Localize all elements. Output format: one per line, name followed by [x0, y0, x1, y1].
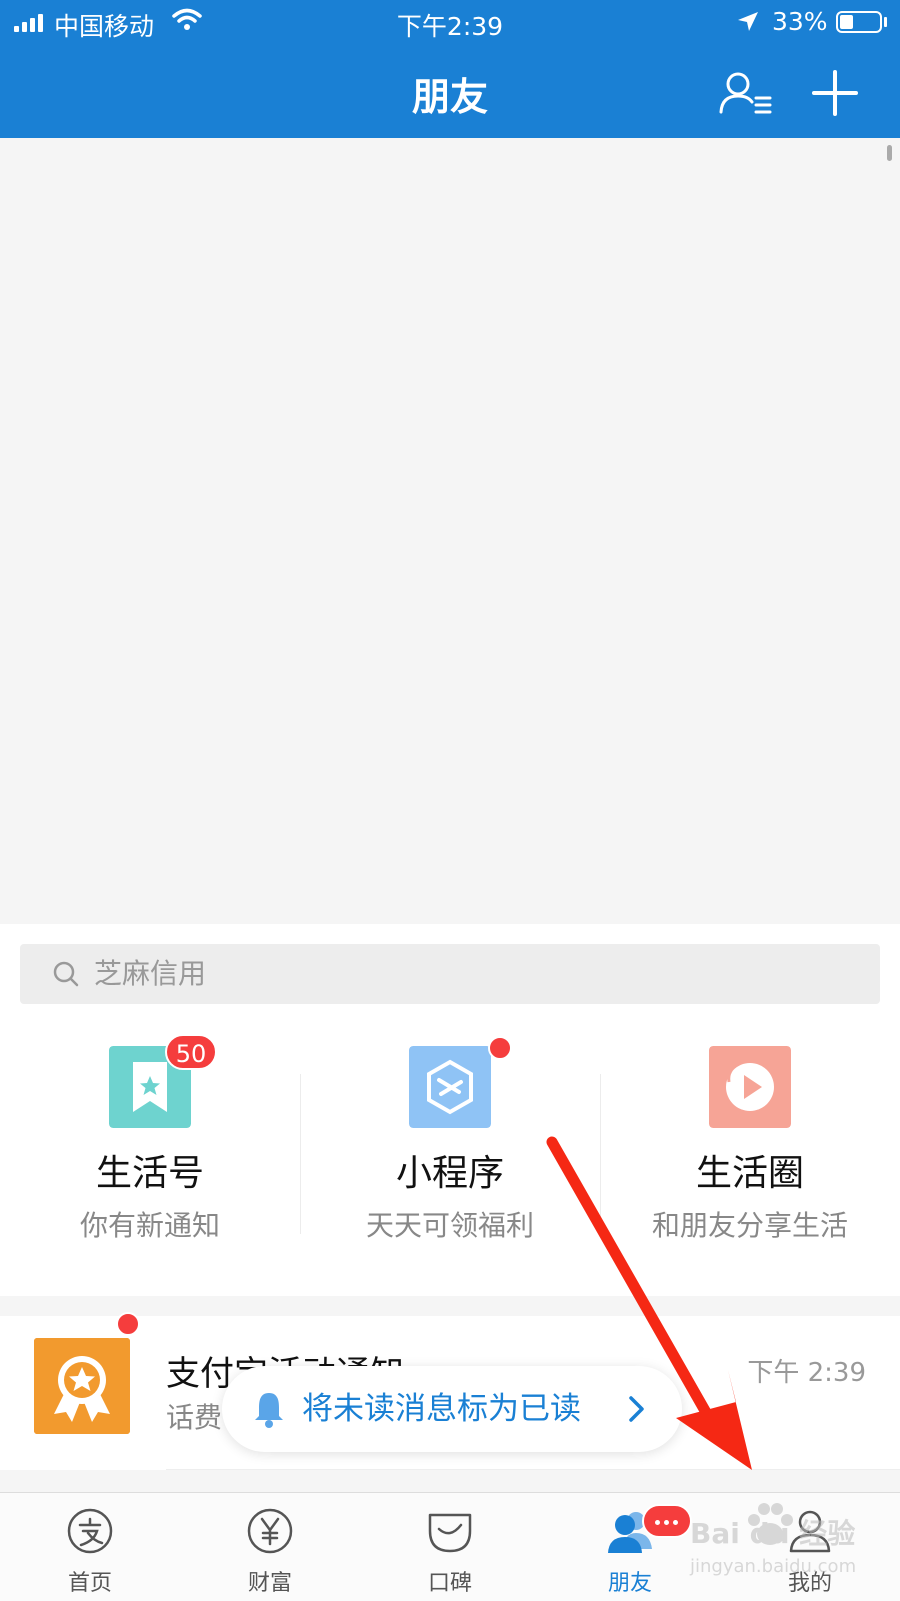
tile-title: 生活圈: [695, 1153, 804, 1194]
yuan-icon: [247, 1508, 293, 1554]
chevron-right-icon: [629, 1396, 644, 1422]
tile-mini-programs[interactable]: 小程序 天天可领福利: [300, 1034, 600, 1274]
battery-percent: 33%: [772, 7, 828, 36]
empty-content-area: [0, 138, 900, 924]
plus-icon[interactable]: [810, 68, 860, 118]
tab-label: 首页: [67, 1571, 112, 1596]
tile-subtitle: 和朋友分享生活: [651, 1209, 848, 1242]
tile-life-circle[interactable]: 生活圈 和朋友分享生活: [600, 1034, 900, 1274]
message-preview: 话费: [166, 1401, 223, 1434]
watermark-brand: Bai du 经验: [690, 1517, 856, 1550]
baidu-jingyan-watermark: Bai du 经验 jingyan.baidu.com: [690, 1500, 900, 1590]
play-circle-icon: [709, 1046, 791, 1128]
feature-tiles: 50 生活号 你有新通知 小程序 天天可领福利 生活圈 和朋友分享生活: [0, 1034, 900, 1274]
message-time: 下午 2:39: [747, 1358, 866, 1388]
mark-all-read-toast[interactable]: 将未读消息标为已读: [222, 1366, 682, 1452]
tab-home[interactable]: 首页: [0, 1493, 180, 1601]
tile-subtitle: 天天可领福利: [365, 1209, 534, 1242]
search-bar[interactable]: [20, 944, 880, 1004]
tab-label: 财富: [247, 1571, 292, 1596]
search-input[interactable]: [94, 944, 794, 1004]
mark-all-read-label: 将未读消息标为已读: [302, 1391, 581, 1427]
tile-life-account[interactable]: 50 生活号 你有新通知: [0, 1034, 300, 1274]
top-bar: 中国移动 下午2:39 33% 朋友: [0, 0, 900, 138]
battery-cap: [884, 17, 887, 27]
unread-dot: [116, 1312, 140, 1336]
tile-title: 小程序: [395, 1153, 504, 1194]
tab-label: 口碑: [427, 1571, 472, 1596]
divider: [166, 1469, 900, 1470]
tab-koubei[interactable]: 口碑: [360, 1493, 540, 1601]
friends-panel: 50 生活号 你有新通知 小程序 天天可领福利 生活圈 和朋友分享生活: [0, 924, 900, 1296]
unread-dot: [488, 1036, 512, 1060]
tile-subtitle: 你有新通知: [79, 1209, 220, 1242]
mini-program-icon: [409, 1046, 491, 1128]
tab-wealth[interactable]: 财富: [180, 1493, 360, 1601]
friends-more-badge: [642, 1504, 692, 1538]
alipay-home-icon: [67, 1508, 113, 1554]
status-time: 下午2:39: [396, 12, 504, 41]
battery-fill: [840, 15, 853, 29]
bell-icon: [255, 1393, 283, 1428]
battery-icon: [836, 11, 882, 33]
contacts-list-icon[interactable]: [718, 68, 774, 118]
scrollbar[interactable]: [887, 145, 892, 161]
award-medal-icon: [34, 1338, 130, 1434]
watermark-url: jingyan.baidu.com: [690, 1556, 857, 1577]
notification-count-badge: 50: [165, 1034, 217, 1070]
status-bar: 中国移动 下午2:39 33%: [0, 0, 900, 46]
koubei-smile-icon: [428, 1513, 472, 1553]
location-arrow-icon: [738, 12, 758, 31]
tile-title: 生活号: [95, 1153, 204, 1194]
search-icon: [53, 961, 79, 987]
